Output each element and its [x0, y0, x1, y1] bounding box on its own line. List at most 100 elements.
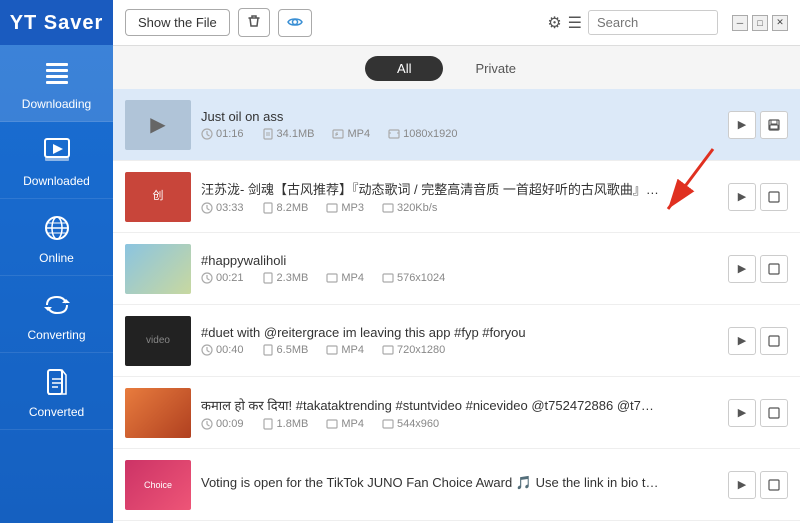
item-info-5: कमाल हो कर दिया! #takataktrending #stunt…	[201, 396, 718, 430]
save-button-3[interactable]	[760, 255, 788, 283]
duration-3: 00:21	[201, 272, 244, 284]
thumbnail-4: video	[125, 316, 191, 366]
thumbnail-6: Choice	[125, 460, 191, 510]
downloaded-icon	[42, 136, 72, 170]
thumbnail-2: 创	[125, 172, 191, 222]
size-3: 2.3MB	[262, 272, 309, 284]
item-actions-2: ▶	[728, 183, 788, 211]
resolution-3: 576x1024	[382, 272, 445, 284]
minimize-button[interactable]: ─	[732, 15, 748, 31]
settings-icon[interactable]: ⚙	[547, 13, 561, 33]
download-icon	[42, 59, 72, 93]
sidebar-label-converted: Converted	[29, 405, 84, 419]
window-controls: ─ □ ✕	[732, 15, 788, 31]
save-button-6[interactable]	[760, 471, 788, 499]
item-title-2: 汪苏泷- 剑魂【古风推荐】『动态歌词 / 完整高清音质 一首超好听的古风歌曲』W…	[201, 179, 661, 198]
thumbnail-1: ▶	[125, 100, 191, 150]
format-5: MP4	[326, 418, 364, 430]
toolbar: Show the File ⚙ ☰ ─ □ ✕	[113, 0, 800, 46]
content-list: ▶ Just oil on ass 01:16 34.1MB	[113, 89, 800, 523]
sidebar-item-converting[interactable]: Converting	[0, 276, 113, 353]
list-item: 创 汪苏泷- 剑魂【古风推荐】『动态歌词 / 完整高清音质 一首超好听的古风歌曲…	[113, 161, 800, 233]
play-button-6[interactable]: ▶	[728, 471, 756, 499]
format-4: MP4	[326, 344, 364, 356]
menu-icon[interactable]: ☰	[568, 13, 582, 33]
show-file-button[interactable]: Show the File	[125, 9, 230, 36]
close-button[interactable]: ✕	[772, 15, 788, 31]
eye-button[interactable]	[278, 9, 312, 37]
item-actions-4: ▶	[728, 327, 788, 355]
item-actions-6: ▶	[728, 471, 788, 499]
size-1: 34.1MB	[262, 128, 315, 140]
resolution-4: 720x1280	[382, 344, 445, 356]
duration-5: 00:09	[201, 418, 244, 430]
item-info-3: #happywaliholi 00:21 2.3MB MP4	[201, 253, 718, 284]
item-meta-2: 03:33 8.2MB MP3 320Kb/s	[201, 202, 718, 214]
format-2: MP3	[326, 202, 364, 214]
size-4: 6.5MB	[262, 344, 309, 356]
item-actions-5: ▶	[728, 399, 788, 427]
item-title-3: #happywaliholi	[201, 253, 661, 268]
save-button-1[interactable]	[760, 111, 788, 139]
resolution-2: 320Kb/s	[382, 202, 437, 214]
toolbar-right: ⚙ ☰ ─ □ ✕	[547, 10, 788, 35]
tab-private[interactable]: Private	[443, 56, 547, 81]
item-title-5: कमाल हो कर दिया! #takataktrending #stunt…	[201, 396, 661, 414]
sidebar-label-downloading: Downloading	[22, 97, 91, 111]
play-button-2[interactable]: ▶	[728, 183, 756, 211]
item-info-2: 汪苏泷- 剑魂【古风推荐】『动态歌词 / 完整高清音质 一首超好听的古风歌曲』W…	[201, 179, 718, 214]
play-button-5[interactable]: ▶	[728, 399, 756, 427]
list-item: ▶ Just oil on ass 01:16 34.1MB	[113, 89, 800, 161]
sidebar-item-converted[interactable]: Converted	[0, 353, 113, 430]
sidebar-item-downloaded[interactable]: Downloaded	[0, 122, 113, 199]
item-info-4: #duet with @reitergrace im leaving this …	[201, 325, 718, 356]
size-2: 8.2MB	[262, 202, 309, 214]
tab-bar: All Private	[113, 46, 800, 89]
app-logo: YT Saver	[0, 0, 113, 45]
converting-icon	[42, 290, 72, 324]
maximize-button[interactable]: □	[752, 15, 768, 31]
sidebar-item-downloading[interactable]: Downloading	[0, 45, 113, 122]
tab-all[interactable]: All	[365, 56, 443, 81]
save-button-5[interactable]	[760, 399, 788, 427]
list-item: कमाल हो कर दिया! #takataktrending #stunt…	[113, 377, 800, 449]
main-content: Show the File ⚙ ☰ ─ □ ✕ All Private	[113, 0, 800, 523]
item-meta-4: 00:40 6.5MB MP4 720x1280	[201, 344, 718, 356]
resolution-1: 1080x1920	[388, 128, 457, 140]
item-actions-1: ▶	[728, 111, 788, 139]
save-button-2[interactable]	[760, 183, 788, 211]
sidebar-label-converting: Converting	[27, 328, 85, 342]
save-button-4[interactable]	[760, 327, 788, 355]
item-meta-1: 01:16 34.1MB MP4 1080x1920	[201, 128, 718, 140]
sidebar-item-online[interactable]: Online	[0, 199, 113, 276]
format-1: MP4	[332, 128, 370, 140]
sidebar-label-downloaded: Downloaded	[23, 174, 90, 188]
duration-4: 00:40	[201, 344, 244, 356]
play-button-1[interactable]: ▶	[728, 111, 756, 139]
app-title: YT Saver	[10, 12, 104, 34]
online-icon	[42, 213, 72, 247]
item-actions-3: ▶	[728, 255, 788, 283]
item-meta-3: 00:21 2.3MB MP4 576x1024	[201, 272, 718, 284]
play-button-4[interactable]: ▶	[728, 327, 756, 355]
search-input[interactable]	[588, 10, 718, 35]
sidebar-label-online: Online	[39, 251, 74, 265]
play-button-3[interactable]: ▶	[728, 255, 756, 283]
item-info-1: Just oil on ass 01:16 34.1MB MP4	[201, 109, 718, 140]
converted-icon	[42, 367, 72, 401]
list-item: video #duet with @reitergrace im leaving…	[113, 305, 800, 377]
duration-2: 03:33	[201, 202, 244, 214]
size-5: 1.8MB	[262, 418, 309, 430]
item-title-4: #duet with @reitergrace im leaving this …	[201, 325, 661, 340]
item-info-6: Voting is open for the TikTok JUNO Fan C…	[201, 475, 718, 495]
thumbnail-3	[125, 244, 191, 294]
item-title-6: Voting is open for the TikTok JUNO Fan C…	[201, 475, 661, 491]
item-title-1: Just oil on ass	[201, 109, 661, 124]
item-meta-5: 00:09 1.8MB MP4 544x960	[201, 418, 718, 430]
thumbnail-5	[125, 388, 191, 438]
list-item: #happywaliholi 00:21 2.3MB MP4	[113, 233, 800, 305]
list-item: Choice Voting is open for the TikTok JUN…	[113, 449, 800, 521]
duration-1: 01:16	[201, 128, 244, 140]
delete-button[interactable]	[238, 8, 270, 37]
sidebar: YT Saver Downloading Downloaded	[0, 0, 113, 523]
